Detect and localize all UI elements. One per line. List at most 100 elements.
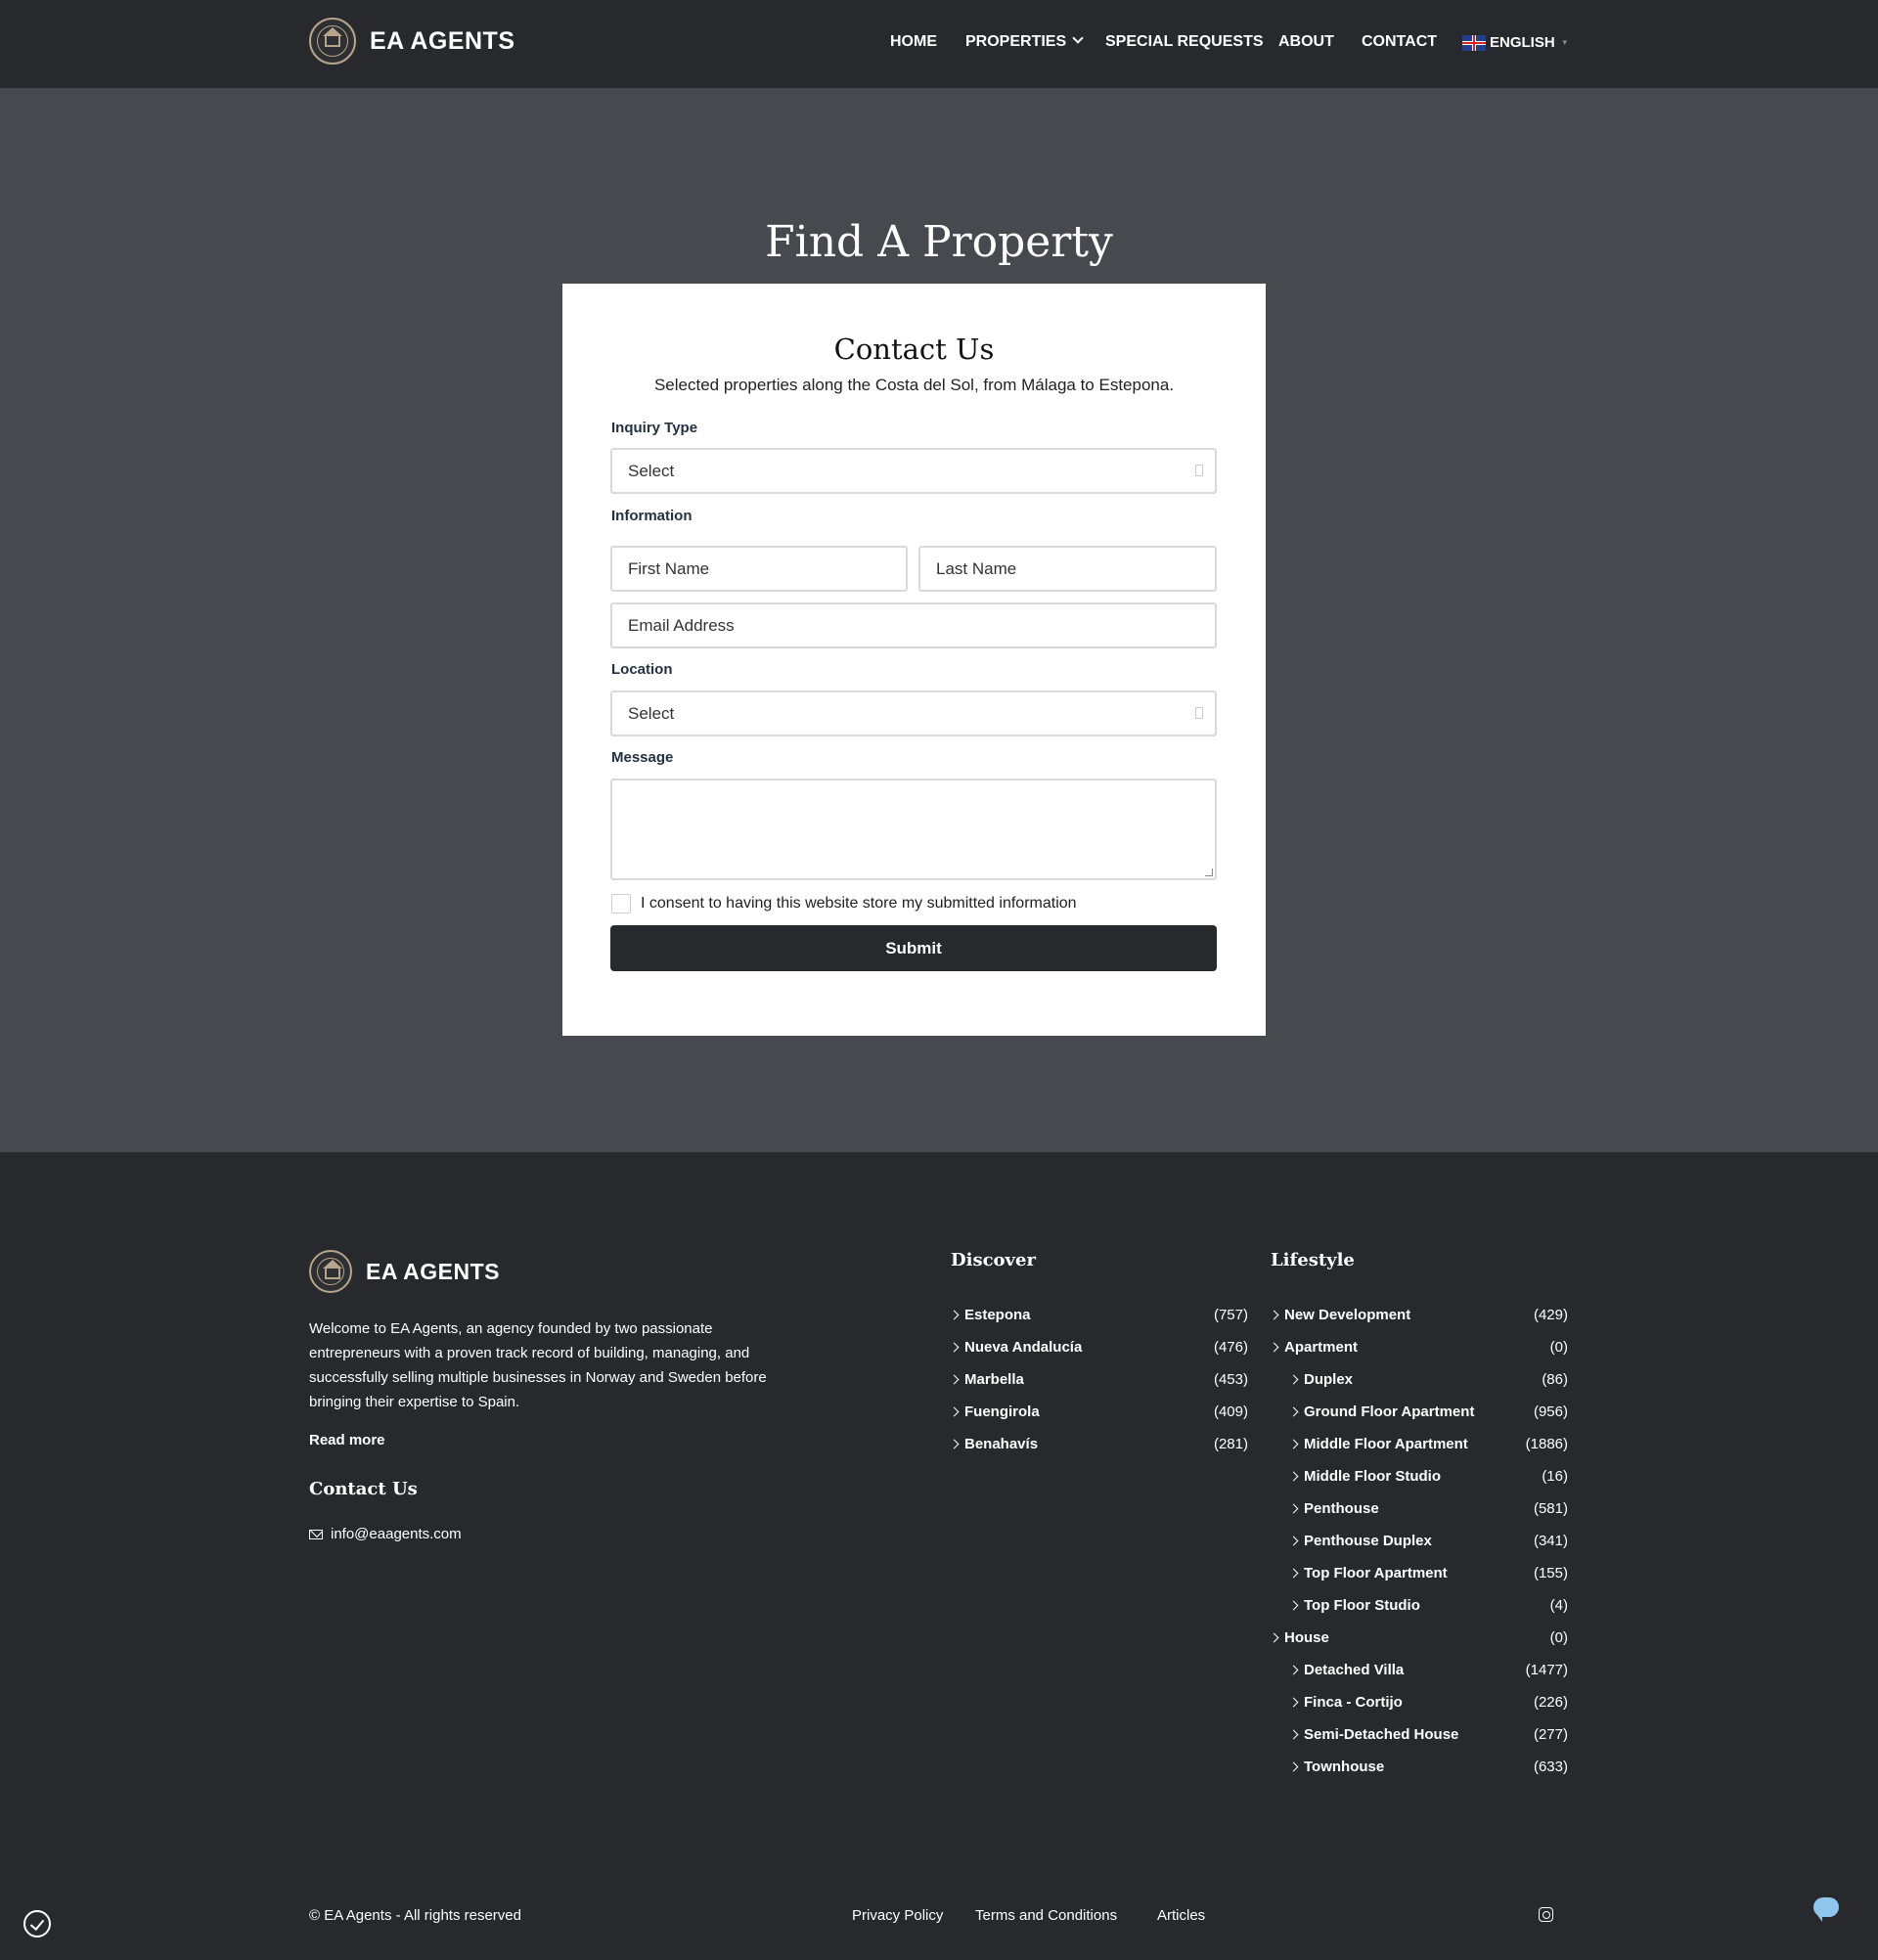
list-item[interactable]: Ground Floor Apartment (956) bbox=[1271, 1403, 1568, 1436]
email-input[interactable]: Email Address bbox=[610, 602, 1217, 648]
cookie-consent-icon[interactable] bbox=[23, 1910, 51, 1938]
list-item-count: (956) bbox=[1533, 1403, 1568, 1420]
list-item-count: (4) bbox=[1549, 1597, 1568, 1614]
nav-about[interactable]: ABOUT bbox=[1278, 33, 1334, 51]
submit-button[interactable]: Submit bbox=[610, 925, 1217, 971]
contact-form-card: Contact Us Selected properties along the… bbox=[562, 284, 1266, 1036]
list-item-name: Townhouse bbox=[1290, 1759, 1384, 1775]
uk-flag-icon bbox=[1462, 34, 1486, 51]
list-item[interactable]: Semi-Detached House (277) bbox=[1271, 1726, 1568, 1759]
list-item[interactable]: Townhouse (633) bbox=[1271, 1759, 1568, 1791]
privacy-policy-link[interactable]: Privacy Policy bbox=[852, 1907, 943, 1924]
list-item-name: Fuengirola bbox=[951, 1403, 1040, 1420]
list-item[interactable]: Finca - Cortijo (226) bbox=[1271, 1694, 1568, 1726]
list-item[interactable]: Middle Floor Apartment (1886) bbox=[1271, 1436, 1568, 1468]
list-item[interactable]: Top Floor Studio (4) bbox=[1271, 1597, 1568, 1629]
list-item[interactable]: Nueva Andalucía (476) bbox=[951, 1339, 1248, 1371]
message-textarea[interactable] bbox=[610, 779, 1217, 880]
nav-properties[interactable]: PROPERTIES bbox=[965, 32, 1084, 51]
main-nav: HOME PROPERTIES SPECIAL REQUESTS ABOUT C… bbox=[0, 32, 1878, 55]
list-item[interactable]: New Development (429) bbox=[1271, 1307, 1568, 1339]
list-item-name: Ground Floor Apartment bbox=[1290, 1403, 1474, 1420]
first-name-input[interactable]: First Name bbox=[610, 546, 908, 592]
list-item[interactable]: Fuengirola (409) bbox=[951, 1403, 1248, 1436]
list-item-count: (226) bbox=[1533, 1694, 1568, 1711]
consent-checkbox[interactable] bbox=[611, 894, 631, 913]
list-item-name: Benahavís bbox=[951, 1436, 1038, 1452]
resize-grip-icon[interactable] bbox=[1205, 869, 1213, 876]
list-item[interactable]: Penthouse (581) bbox=[1271, 1500, 1568, 1533]
nav-home[interactable]: HOME bbox=[890, 33, 937, 51]
language-label: ENGLISH bbox=[1490, 34, 1555, 51]
list-item[interactable]: Benahavís (281) bbox=[951, 1436, 1248, 1468]
footer-email-text: info@eaagents.com bbox=[331, 1526, 462, 1542]
list-item[interactable]: Marbella (453) bbox=[951, 1371, 1248, 1403]
consent-text: I consent to having this website store m… bbox=[641, 895, 1077, 912]
articles-link[interactable]: Articles bbox=[1157, 1907, 1205, 1924]
read-more-link[interactable]: Read more bbox=[309, 1432, 385, 1448]
list-item-count: (409) bbox=[1213, 1403, 1248, 1420]
list-item-name: Apartment bbox=[1271, 1339, 1358, 1356]
list-item-name: Finca - Cortijo bbox=[1290, 1694, 1403, 1711]
list-item-count: (1477) bbox=[1525, 1662, 1568, 1678]
location-value: Select bbox=[628, 703, 675, 723]
list-item[interactable]: Middle Floor Studio (16) bbox=[1271, 1468, 1568, 1500]
email-placeholder: Email Address bbox=[628, 615, 735, 635]
discover-list: Estepona (757) Nueva Andalucía (476) Marbell… bbox=[951, 1307, 1248, 1468]
chat-bubble-icon[interactable] bbox=[1813, 1897, 1839, 1922]
lifestyle-heading: Lifestyle bbox=[1271, 1250, 1355, 1270]
nav-contact[interactable]: CONTACT bbox=[1362, 33, 1437, 51]
list-item-name: New Development bbox=[1271, 1307, 1410, 1323]
list-item-count: (16) bbox=[1542, 1468, 1568, 1485]
list-item-name: Nueva Andalucía bbox=[951, 1339, 1082, 1356]
first-name-placeholder: First Name bbox=[628, 558, 710, 578]
instagram-icon[interactable] bbox=[1539, 1907, 1553, 1922]
list-item[interactable]: Detached Villa (1477) bbox=[1271, 1662, 1568, 1694]
list-item-count: (0) bbox=[1549, 1629, 1568, 1646]
list-item-name: House bbox=[1271, 1629, 1329, 1646]
form-title: Contact Us bbox=[833, 333, 995, 366]
list-item-count: (757) bbox=[1213, 1307, 1248, 1323]
list-item-name: Marbella bbox=[951, 1371, 1024, 1388]
list-item-count: (281) bbox=[1213, 1436, 1248, 1452]
information-label: Information bbox=[611, 508, 693, 524]
list-item[interactable]: Penthouse Duplex (341) bbox=[1271, 1533, 1568, 1565]
location-select[interactable]: Select bbox=[610, 690, 1217, 736]
list-item[interactable]: Top Floor Apartment (155) bbox=[1271, 1565, 1568, 1597]
list-item-count: (429) bbox=[1533, 1307, 1568, 1323]
list-item[interactable]: Apartment (0) bbox=[1271, 1339, 1568, 1371]
site-footer: EA AGENTS Welcome to EA Agents, an agenc… bbox=[0, 1152, 1878, 1960]
list-item-name: Middle Floor Apartment bbox=[1290, 1436, 1468, 1452]
list-item[interactable]: Duplex (86) bbox=[1271, 1371, 1568, 1403]
footer-logo[interactable]: EA AGENTS bbox=[309, 1250, 500, 1293]
language-switcher[interactable]: ENGLISH ▼ bbox=[1462, 34, 1569, 51]
site-header: EA AGENTS HOME PROPERTIES SPECIAL REQUES… bbox=[0, 0, 1878, 88]
list-item[interactable]: House (0) bbox=[1271, 1629, 1568, 1662]
caret-down-icon: ▼ bbox=[1560, 38, 1569, 47]
last-name-placeholder: Last Name bbox=[936, 558, 1017, 578]
chevron-down-icon bbox=[1072, 32, 1084, 44]
consent-row: I consent to having this website store m… bbox=[611, 894, 1077, 913]
list-item-count: (453) bbox=[1213, 1371, 1248, 1388]
inquiry-type-select[interactable]: Select bbox=[610, 448, 1217, 494]
select-arrows-icon bbox=[1195, 465, 1203, 476]
list-item-name: Middle Floor Studio bbox=[1290, 1468, 1441, 1485]
nav-properties-label: PROPERTIES bbox=[965, 33, 1067, 50]
location-label: Location bbox=[611, 661, 673, 678]
lifestyle-list: New Development (429) Apartment (0) Duplex (8… bbox=[1271, 1307, 1568, 1791]
list-item-name: Penthouse bbox=[1290, 1500, 1379, 1517]
discover-heading: Discover bbox=[951, 1250, 1036, 1270]
footer-email-link[interactable]: info@eaagents.com bbox=[309, 1526, 462, 1542]
footer-about-text: Welcome to EA Agents, an agency founded … bbox=[309, 1320, 767, 1410]
terms-link[interactable]: Terms and Conditions bbox=[975, 1907, 1117, 1924]
list-item[interactable]: Estepona (757) bbox=[951, 1307, 1248, 1339]
list-item-name: Top Floor Apartment bbox=[1290, 1565, 1448, 1581]
list-item-count: (341) bbox=[1533, 1533, 1568, 1549]
list-item-name: Detached Villa bbox=[1290, 1662, 1404, 1678]
list-item-count: (0) bbox=[1549, 1339, 1568, 1356]
footer-brand-name: EA AGENTS bbox=[366, 1258, 500, 1284]
copyright-text: © EA Agents - All rights reserved bbox=[309, 1907, 521, 1924]
last-name-input[interactable]: Last Name bbox=[918, 546, 1217, 592]
nav-special-requests[interactable]: SPECIAL REQUESTS bbox=[1105, 33, 1264, 51]
form-subtitle: Selected properties along the Costa del … bbox=[653, 376, 1175, 394]
